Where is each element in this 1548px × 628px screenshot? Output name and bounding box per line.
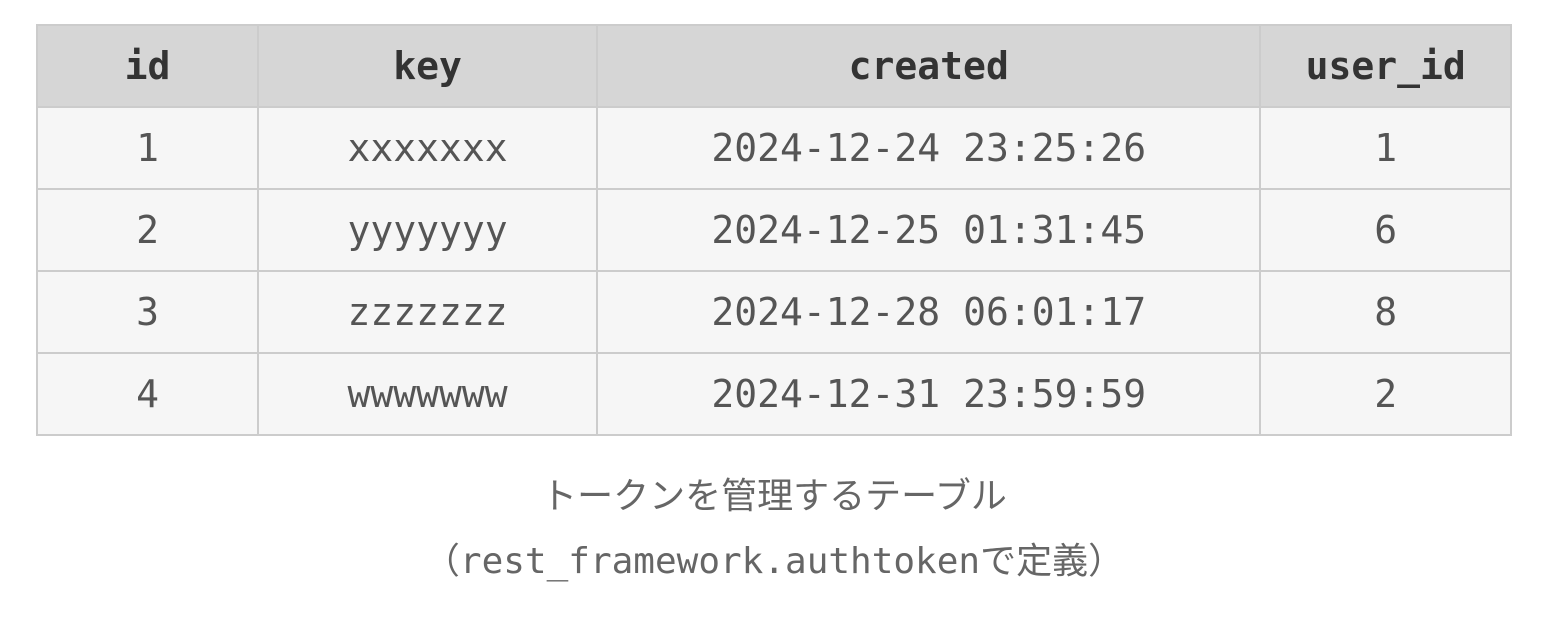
- cell-key: zzzzzzz: [258, 271, 597, 353]
- table-row: 1 xxxxxxx 2024-12-24 23:25:26 1: [37, 107, 1511, 189]
- cell-userid: 1: [1260, 107, 1511, 189]
- cell-userid: 8: [1260, 271, 1511, 353]
- table-header-row: id key created user_id: [37, 25, 1511, 107]
- cell-userid: 6: [1260, 189, 1511, 271]
- caption-paren-open: （: [424, 540, 460, 581]
- cell-id: 2: [37, 189, 258, 271]
- cell-id: 4: [37, 353, 258, 435]
- table-row: 4 wwwwwww 2024-12-31 23:59:59 2: [37, 353, 1511, 435]
- cell-key: wwwwwww: [258, 353, 597, 435]
- cell-created: 2024-12-31 23:59:59: [597, 353, 1260, 435]
- col-header-userid: user_id: [1260, 25, 1511, 107]
- cell-key: xxxxxxx: [258, 107, 597, 189]
- cell-created: 2024-12-28 06:01:17: [597, 271, 1260, 353]
- cell-created: 2024-12-24 23:25:26: [597, 107, 1260, 189]
- table-caption: トークンを管理するテーブル （rest_framework.authtokenで…: [36, 464, 1512, 595]
- caption-line1: トークンを管理するテーブル: [541, 475, 1007, 516]
- caption-paren-tail: で定義）: [980, 540, 1124, 581]
- cell-created: 2024-12-25 01:31:45: [597, 189, 1260, 271]
- col-header-created: created: [597, 25, 1260, 107]
- table-row: 3 zzzzzzz 2024-12-28 06:01:17 8: [37, 271, 1511, 353]
- caption-module-name: rest_framework.authtoken: [460, 541, 980, 582]
- cell-id: 3: [37, 271, 258, 353]
- cell-id: 1: [37, 107, 258, 189]
- token-table: id key created user_id 1 xxxxxxx 2024-12…: [36, 24, 1512, 436]
- col-header-id: id: [37, 25, 258, 107]
- cell-key: yyyyyyy: [258, 189, 597, 271]
- cell-userid: 2: [1260, 353, 1511, 435]
- table-row: 2 yyyyyyy 2024-12-25 01:31:45 6: [37, 189, 1511, 271]
- col-header-key: key: [258, 25, 597, 107]
